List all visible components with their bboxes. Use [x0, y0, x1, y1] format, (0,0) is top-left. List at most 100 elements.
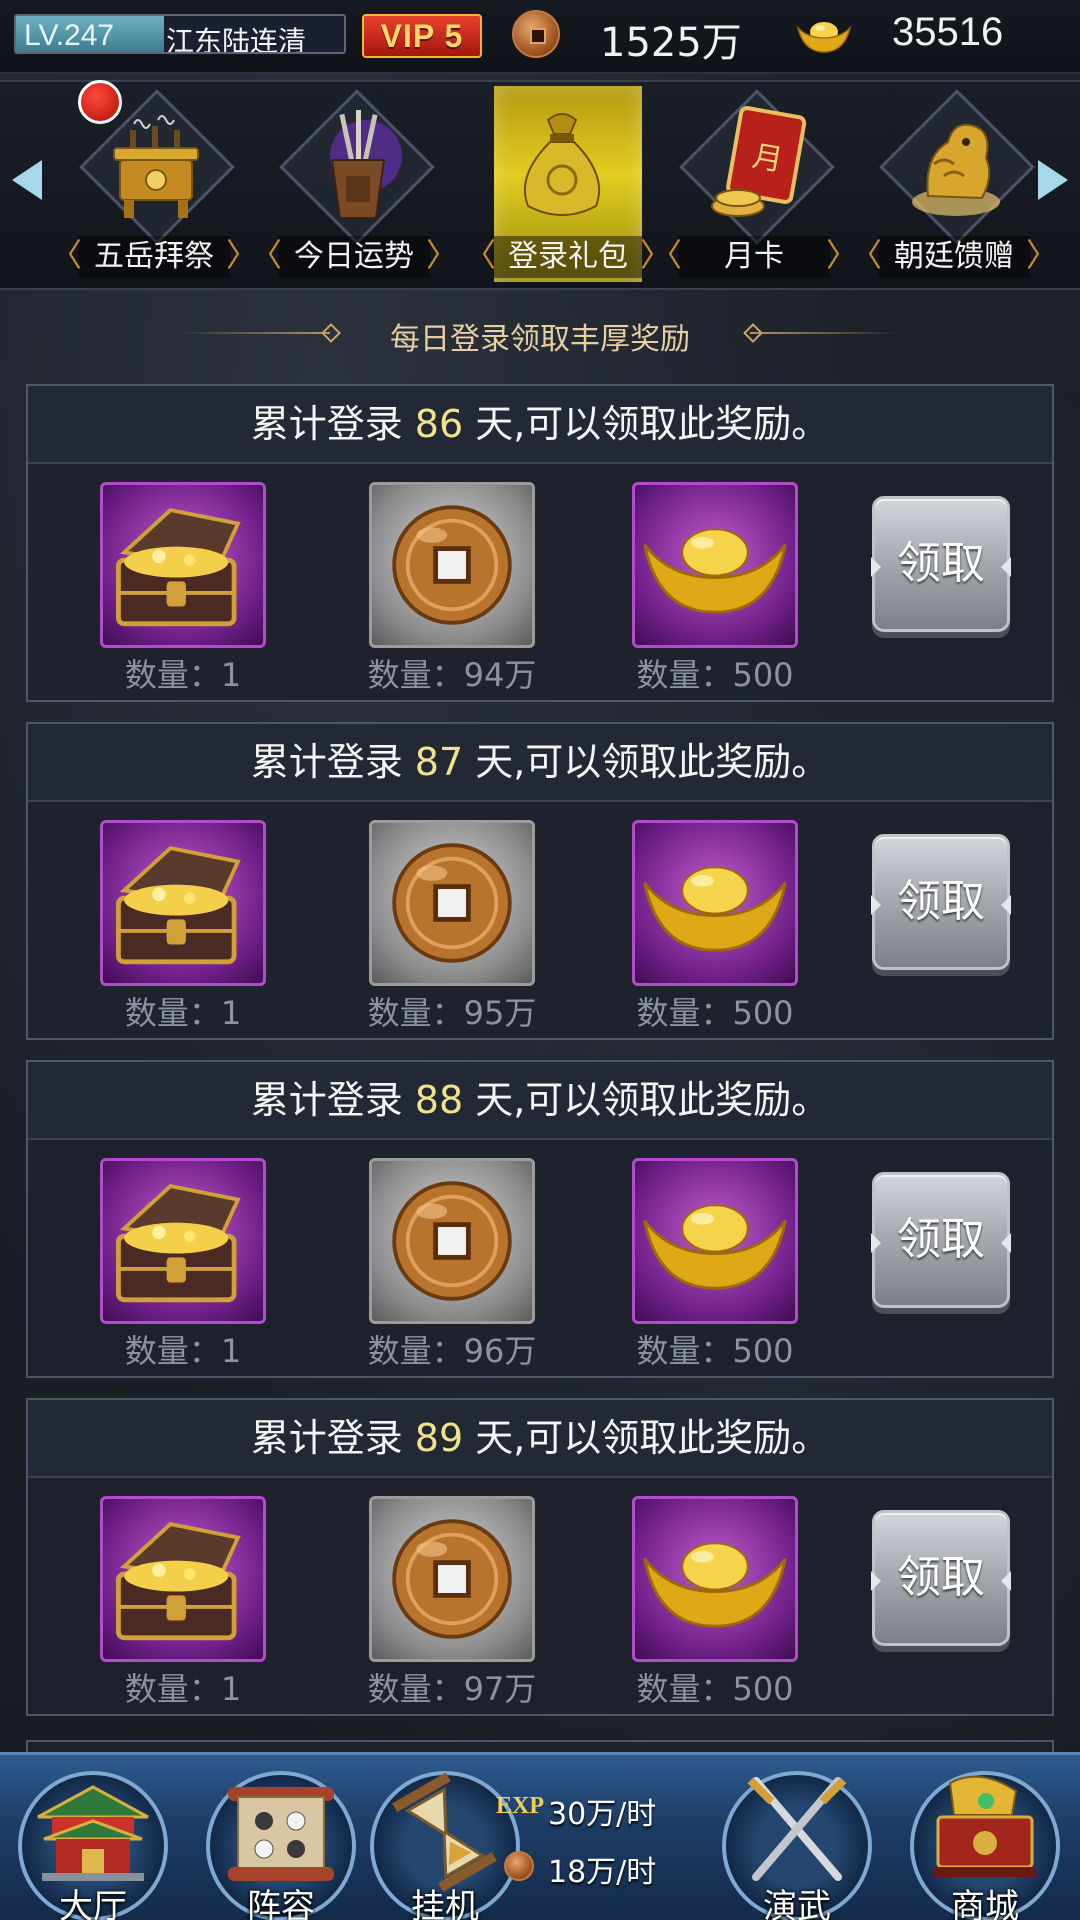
tab-login-gift[interactable]: 登录礼包	[456, 86, 672, 286]
top-status-bar: LV.247 江东陆连清 VIP 5 1525万 35516	[0, 0, 1080, 74]
claim-button[interactable]: 领取	[871, 1510, 1011, 1646]
treasure-chest-icon	[116, 507, 241, 627]
gold-ingot-icon	[643, 1542, 787, 1628]
reward-item-slot[interactable]	[369, 820, 535, 986]
reward-item-slot[interactable]	[369, 1496, 535, 1662]
scroll-right-arrow-icon[interactable]	[1038, 160, 1068, 200]
gold-ingot-icon	[643, 866, 787, 952]
player-name: 江东陆连清	[166, 25, 307, 54]
tab-label: 今日运势	[250, 234, 458, 278]
tab-five-mountains[interactable]: 五岳拜祭	[50, 80, 258, 286]
nav-label: 挂机	[411, 1887, 479, 1920]
tab-label: 五岳拜祭	[50, 234, 258, 278]
claim-button[interactable]: 领取	[871, 1172, 1011, 1308]
condition-suffix: 天,可以领取此奖励。	[463, 402, 830, 446]
tab-label: 登录礼包	[464, 234, 672, 278]
nav-shop[interactable]: 商城	[900, 1767, 1070, 1920]
copper-coin-icon	[392, 843, 512, 963]
treasure-chest-icon	[116, 1183, 241, 1303]
item-quantity: 数量：97万	[367, 1670, 537, 1708]
condition-suffix: 天,可以领取此奖励。	[463, 1416, 830, 1460]
copper-amount: 1525万	[600, 20, 742, 66]
divider-line	[750, 332, 900, 334]
section-subtitle: 每日登录领取丰厚奖励	[180, 308, 900, 358]
item-quantity: 数量：500	[636, 1670, 794, 1708]
coin-rate: 18万/时	[548, 1855, 657, 1890]
copper-coin-icon	[504, 1851, 534, 1881]
nav-label: 演武	[763, 1887, 831, 1920]
treasure-chest-icon	[116, 845, 241, 965]
tab-label: 朝廷馈赠	[850, 234, 1058, 278]
reward-item-slot[interactable]	[100, 482, 266, 648]
condition-prefix: 累计登录	[250, 740, 415, 784]
reward-condition: 累计登录 87 天,可以领取此奖励。	[28, 724, 1052, 802]
nav-martial[interactable]: 演武	[712, 1767, 882, 1920]
fortune-sticks-icon	[330, 110, 402, 219]
exp-rate: 30万/时	[548, 1797, 657, 1832]
reward-item-slot[interactable]	[632, 820, 798, 986]
tab-daily-fortune[interactable]: 今日运势	[250, 86, 458, 286]
copper-coin-icon	[512, 10, 560, 58]
scroll-left-arrow-icon[interactable]	[12, 160, 42, 200]
item-quantity: 数量：500	[636, 994, 794, 1032]
reward-card: 累计登录 89 天,可以领取此奖励。 数量：1 数量：97万 数量：500 领取	[26, 1398, 1054, 1716]
reward-item-slot[interactable]	[369, 482, 535, 648]
nav-hall[interactable]: 大厅	[8, 1767, 178, 1920]
reward-item-slot[interactable]	[632, 1496, 798, 1662]
level-label: LV.247	[24, 19, 115, 52]
gold-amount: 35516	[892, 10, 1004, 54]
gift-bag-icon	[523, 113, 601, 216]
condition-suffix: 天,可以领取此奖励。	[463, 1078, 830, 1122]
nav-formation[interactable]: 阵容	[196, 1767, 366, 1920]
copper-coin-icon	[392, 1519, 512, 1639]
reward-item-slot[interactable]	[100, 1496, 266, 1662]
gold-ingot-icon	[643, 528, 787, 614]
copper-coin-icon	[392, 505, 512, 625]
palace-icon	[37, 1785, 149, 1881]
item-quantity: 数量：1	[124, 994, 242, 1032]
login-days: 87	[414, 740, 464, 784]
claim-button[interactable]: 领取	[871, 834, 1011, 970]
item-quantity: 数量：500	[636, 656, 794, 694]
notification-dot	[78, 80, 122, 124]
reward-item-slot[interactable]	[100, 820, 266, 986]
login-days: 89	[414, 1416, 464, 1460]
svg-text:月: 月	[750, 139, 786, 179]
reward-item-slot[interactable]	[369, 1158, 535, 1324]
reward-card: 累计登录 86 天,可以领取此奖励。 数量：1 数量：94万 数量：500 领取	[26, 384, 1054, 702]
subtitle-text: 每日登录领取丰厚奖励	[390, 322, 690, 357]
divider-line	[180, 332, 330, 334]
treasure-shop-icon	[934, 1775, 1036, 1877]
level-bar[interactable]: LV.247 江东陆连清	[14, 14, 346, 54]
nav-idle[interactable]: 挂机	[360, 1767, 530, 1920]
condition-suffix: 天,可以领取此奖励。	[463, 740, 830, 784]
reward-card: 累计登录 88 天,可以领取此奖励。 数量：1 数量：96万 数量：500 领取	[26, 1060, 1054, 1378]
tab-month-card[interactable]: 月 月卡	[650, 86, 858, 286]
login-days: 88	[414, 1078, 464, 1122]
month-card-icon: 月	[711, 106, 807, 217]
reward-condition: 累计登录 89 天,可以领取此奖励。	[28, 1400, 1052, 1478]
reward-card: 累计登录 87 天,可以领取此奖励。数量：1 数量：95万 数量：500 领取	[26, 722, 1054, 1040]
gold-ingot-icon	[643, 1204, 787, 1290]
item-quantity: 数量：1	[124, 656, 242, 694]
exp-tag: EXP	[496, 1793, 544, 1819]
nav-label: 商城	[951, 1887, 1019, 1920]
item-quantity: 数量：500	[636, 1332, 794, 1370]
tab-label: 月卡	[650, 234, 858, 278]
nav-label: 阵容	[247, 1887, 315, 1920]
tab-court-gift[interactable]: 朝廷馈赠	[850, 86, 1058, 286]
golden-beast-icon	[912, 123, 1000, 216]
condition-prefix: 累计登录	[250, 1416, 415, 1460]
formation-scroll-icon	[228, 1787, 334, 1881]
item-quantity: 数量：96万	[367, 1332, 537, 1370]
reward-item-slot[interactable]	[632, 1158, 798, 1324]
hourglass-icon	[392, 1773, 497, 1892]
condition-prefix: 累计登录	[250, 402, 415, 446]
claim-button[interactable]: 领取	[871, 496, 1011, 632]
copper-coin-icon	[392, 1181, 512, 1301]
reward-item-slot[interactable]	[100, 1158, 266, 1324]
reward-item-slot[interactable]	[632, 482, 798, 648]
vip-badge[interactable]: VIP 5	[362, 14, 482, 58]
crossed-swords-icon	[747, 1777, 847, 1881]
item-quantity: 数量：95万	[367, 994, 537, 1032]
